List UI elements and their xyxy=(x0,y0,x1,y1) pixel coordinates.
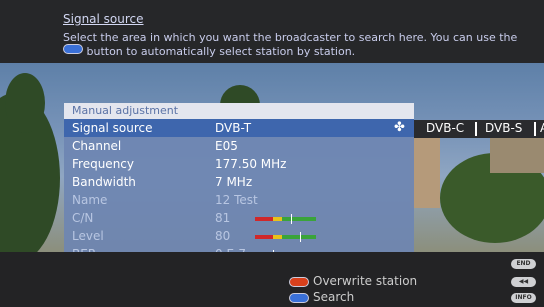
row-value: 81 xyxy=(215,211,231,225)
four-way-arrow-icon: ✤ xyxy=(394,120,405,135)
row-value: E05 xyxy=(215,139,238,153)
level-meter xyxy=(255,232,316,242)
red-button-icon xyxy=(289,277,309,287)
meter-segment xyxy=(273,217,283,221)
meter-marker xyxy=(291,214,292,224)
tab-dvb-c[interactable]: DVB-C xyxy=(426,121,464,135)
row-label: Channel xyxy=(72,139,122,153)
manual-adjustment-panel: Manual adjustment Signal source DVB-T ✤ … xyxy=(64,103,414,261)
end-key-icon: END xyxy=(511,259,536,269)
row-bandwidth[interactable]: Bandwidth 7 MHz xyxy=(64,173,414,191)
panel-header: Manual adjustment xyxy=(64,103,414,119)
help-text-after: button to automatically select station b… xyxy=(86,45,356,58)
cn-meter xyxy=(255,214,316,224)
meter-segment xyxy=(282,217,316,221)
row-value: 7 MHz xyxy=(215,175,253,189)
bottom-bar: Overwrite station Search END ◀◀ INFO xyxy=(0,252,544,307)
row-signal-source[interactable]: Signal source DVB-T ✤ xyxy=(64,119,414,137)
row-channel[interactable]: Channel E05 xyxy=(64,137,414,155)
help-text-before: Select the area in which you want the br… xyxy=(63,31,518,44)
meter-segment xyxy=(255,235,274,239)
row-label: Bandwidth xyxy=(72,175,136,189)
help-banner: Signal source Select the area in which y… xyxy=(0,0,544,63)
tab-separator xyxy=(534,122,536,136)
help-title: Signal source xyxy=(63,12,144,26)
meter-segment xyxy=(273,235,283,239)
panel-title: Manual adjustment xyxy=(72,104,179,117)
row-label: Frequency xyxy=(72,157,134,171)
row-value: 177.50 MHz xyxy=(215,157,287,171)
row-frequency[interactable]: Frequency 177.50 MHz xyxy=(64,155,414,173)
row-cn: C/N 81 xyxy=(64,209,414,227)
info-key-icon: INFO xyxy=(511,293,536,303)
row-name: Name 12 Test xyxy=(64,191,414,209)
blue-button-icon xyxy=(63,44,83,54)
tv-setup-screen: Signal source Select the area in which y… xyxy=(0,0,544,307)
row-value: DVB-T xyxy=(215,121,252,135)
row-label: C/N xyxy=(72,211,94,225)
tab-a[interactable]: A xyxy=(540,121,544,135)
row-value: 80 xyxy=(215,229,231,243)
tab-dvb-s[interactable]: DVB-S xyxy=(485,121,522,135)
search-label[interactable]: Search xyxy=(313,290,354,304)
row-label: Signal source xyxy=(72,121,153,135)
row-label: Level xyxy=(72,229,104,243)
rewind-key-icon: ◀◀ xyxy=(511,277,536,287)
tab-separator xyxy=(475,122,477,136)
meter-marker xyxy=(300,232,301,242)
row-level: Level 80 xyxy=(64,227,414,245)
blue-button-icon xyxy=(289,293,309,303)
row-label: Name xyxy=(72,193,108,207)
row-value: 12 Test xyxy=(215,193,258,207)
help-text: Select the area in which you want the br… xyxy=(63,31,523,58)
overwrite-station-label[interactable]: Overwrite station xyxy=(313,274,417,288)
meter-segment xyxy=(255,217,274,221)
signal-source-tabs: DVB-C DVB-S A xyxy=(414,120,544,138)
